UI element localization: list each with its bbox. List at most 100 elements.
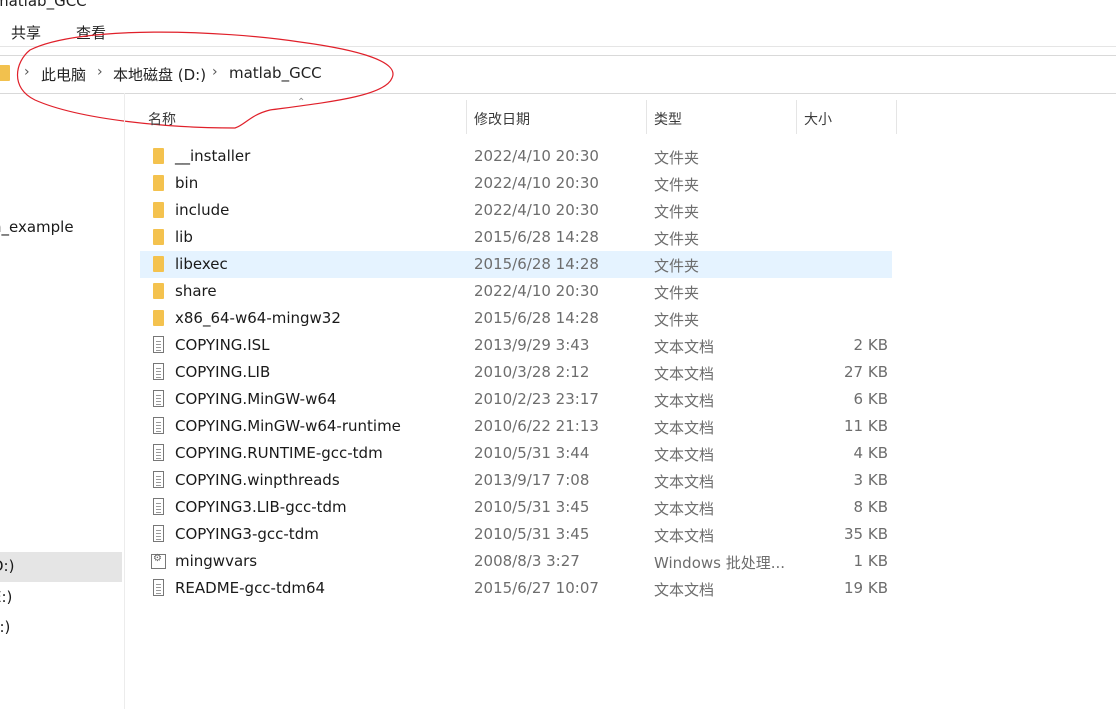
tab-share[interactable]: 共享 [11, 22, 41, 43]
file-row[interactable]: COPYING.MinGW-w64 2010/2/23 23:17 文本文档 6 KB [140, 386, 892, 413]
file-name: bin [175, 174, 199, 192]
file-type: 文本文档 [654, 527, 715, 545]
file-row[interactable]: COPYING.RUNTIME-gcc-tdm 2010/5/31 3:44 文本文… [140, 440, 892, 467]
folder-icon [0, 65, 10, 81]
file-size: 3 KB [853, 471, 888, 489]
file-row[interactable]: x86_64-w64-mingw32 2015/6/28 14:28 文件夹 [140, 305, 892, 332]
nav-item-drive-f[interactable]: F:) [0, 613, 122, 643]
text-file-icon [153, 525, 164, 542]
file-type: 文件夹 [654, 284, 700, 302]
batch-file-icon [151, 553, 166, 569]
text-file-icon [153, 363, 164, 380]
file-row[interactable]: share 2022/4/10 20:30 文件夹 [140, 278, 892, 305]
nav-item-label: F:) [0, 618, 11, 636]
file-size: 6 KB [853, 390, 888, 408]
file-date: 2022/4/10 20:30 [474, 282, 599, 300]
file-date: 2015/6/28 14:28 [474, 309, 599, 327]
file-date: 2010/2/23 23:17 [474, 390, 599, 408]
file-row[interactable]: COPYING3.LIB-gcc-tdm 2010/5/31 3:45 文本文档 8 … [140, 494, 892, 521]
chevron-right-icon[interactable]: › [97, 64, 103, 80]
chevron-right-icon[interactable]: › [24, 64, 30, 80]
column-divider[interactable] [896, 100, 897, 134]
file-size: 35 KB [844, 525, 888, 543]
breadcrumb-local-disk[interactable]: 本地磁盘 (D:) [113, 64, 206, 85]
nav-item-drive-e[interactable]: E:) [0, 583, 122, 613]
file-type: 文本文档 [654, 446, 715, 464]
file-date: 2015/6/28 14:28 [474, 228, 599, 246]
breadcrumb-current-folder[interactable]: matlab_GCC [229, 64, 322, 82]
nav-item-label: E:) [0, 588, 13, 606]
file-row[interactable]: libexec 2015/6/28 14:28 文件夹 [140, 251, 892, 278]
file-size: 19 KB [844, 579, 888, 597]
file-date: 2008/8/3 3:27 [474, 552, 580, 570]
address-bar[interactable]: › 此电脑 › 本地磁盘 (D:) › matlab_GCC [0, 55, 1116, 94]
nav-item-drive-d[interactable]: D:) [0, 552, 122, 582]
file-row[interactable]: COPYING.winpthreads 2013/9/17 7:08 文本文档 3 K… [140, 467, 892, 494]
text-file-icon [153, 390, 164, 407]
file-type: 文本文档 [654, 365, 715, 383]
file-name: libexec [175, 255, 228, 273]
nav-item-label: n_example [0, 218, 74, 236]
file-type: 文本文档 [654, 419, 715, 437]
file-date: 2010/5/31 3:45 [474, 498, 590, 516]
file-date: 2015/6/27 10:07 [474, 579, 599, 597]
file-row[interactable]: lib 2015/6/28 14:28 文件夹 [140, 224, 892, 251]
text-file-icon [153, 471, 164, 488]
file-name: mingwvars [175, 552, 258, 570]
file-type: 文件夹 [654, 149, 700, 167]
text-file-icon [153, 417, 164, 434]
file-date: 2013/9/29 3:43 [474, 336, 590, 354]
file-row[interactable]: COPYING.LIB 2010/3/28 2:12 文本文档 27 KB [140, 359, 892, 386]
file-name: x86_64-w64-mingw32 [175, 309, 341, 327]
column-header-size[interactable]: 大小 [796, 100, 896, 134]
file-date: 2022/4/10 20:30 [474, 201, 599, 219]
column-header-type[interactable]: 类型 [646, 100, 796, 134]
file-row[interactable]: bin 2022/4/10 20:30 文件夹 [140, 170, 892, 197]
file-row[interactable]: COPYING.ISL 2013/9/29 3:43 文本文档 2 KB [140, 332, 892, 359]
chevron-right-icon[interactable]: › [212, 64, 218, 80]
tab-view[interactable]: 查看 [76, 22, 106, 43]
column-header-date[interactable]: 修改日期 [466, 100, 646, 134]
file-date: 2022/4/10 20:30 [474, 174, 599, 192]
file-name: __installer [175, 147, 251, 165]
navigation-pane[interactable]: n_example D:) E:) F:) [0, 93, 125, 709]
text-file-icon [153, 579, 164, 596]
folder-icon [153, 256, 164, 272]
file-name: COPYING.LIB [175, 363, 271, 381]
breadcrumb-this-pc[interactable]: 此电脑 [41, 64, 86, 85]
file-row[interactable]: COPYING3-gcc-tdm 2010/5/31 3:45 文本文档 35 KB [140, 521, 892, 548]
text-file-icon [153, 336, 164, 353]
file-name: COPYING.winpthreads [175, 471, 340, 489]
file-date: 2010/6/22 21:13 [474, 417, 599, 435]
file-date: 2010/5/31 3:44 [474, 444, 590, 462]
column-header-name[interactable]: 名称 [140, 100, 466, 134]
nav-item-label: D:) [0, 557, 15, 575]
file-row[interactable]: mingwvars 2008/8/3 3:27 Windows 批处理... 1 KB [140, 548, 892, 575]
file-name: lib [175, 228, 193, 246]
file-type: 文本文档 [654, 500, 715, 518]
file-name: COPYING.MinGW-w64 [175, 390, 337, 408]
file-row[interactable]: include 2022/4/10 20:30 文件夹 [140, 197, 892, 224]
file-size: 11 KB [844, 417, 888, 435]
file-type: 文件夹 [654, 257, 700, 275]
text-file-icon [153, 498, 164, 515]
file-date: 2010/5/31 3:45 [474, 525, 590, 543]
nav-item-example[interactable]: n_example [0, 213, 122, 243]
file-row[interactable]: COPYING.MinGW-w64-runtime 2010/6/22 21:13… [140, 413, 892, 440]
folder-icon [153, 310, 164, 326]
file-name: COPYING3.LIB-gcc-tdm [175, 498, 347, 516]
file-type: 文件夹 [654, 176, 700, 194]
file-row[interactable]: README-gcc-tdm64 2015/6/27 10:07 文本文档 19 KB [140, 575, 892, 602]
file-row[interactable]: __installer 2022/4/10 20:30 文件夹 [140, 143, 892, 170]
file-size: 1 KB [853, 552, 888, 570]
file-size: 2 KB [853, 336, 888, 354]
file-type: 文本文档 [654, 473, 715, 491]
file-name: COPYING.MinGW-w64-runtime [175, 417, 401, 435]
file-type: 文本文档 [654, 338, 715, 356]
file-name: COPYING3-gcc-tdm [175, 525, 319, 543]
folder-icon [153, 148, 164, 164]
file-date: 2010/3/28 2:12 [474, 363, 590, 381]
file-type: 文件夹 [654, 230, 700, 248]
ribbon-divider [0, 46, 1116, 47]
file-name: COPYING.ISL [175, 336, 270, 354]
